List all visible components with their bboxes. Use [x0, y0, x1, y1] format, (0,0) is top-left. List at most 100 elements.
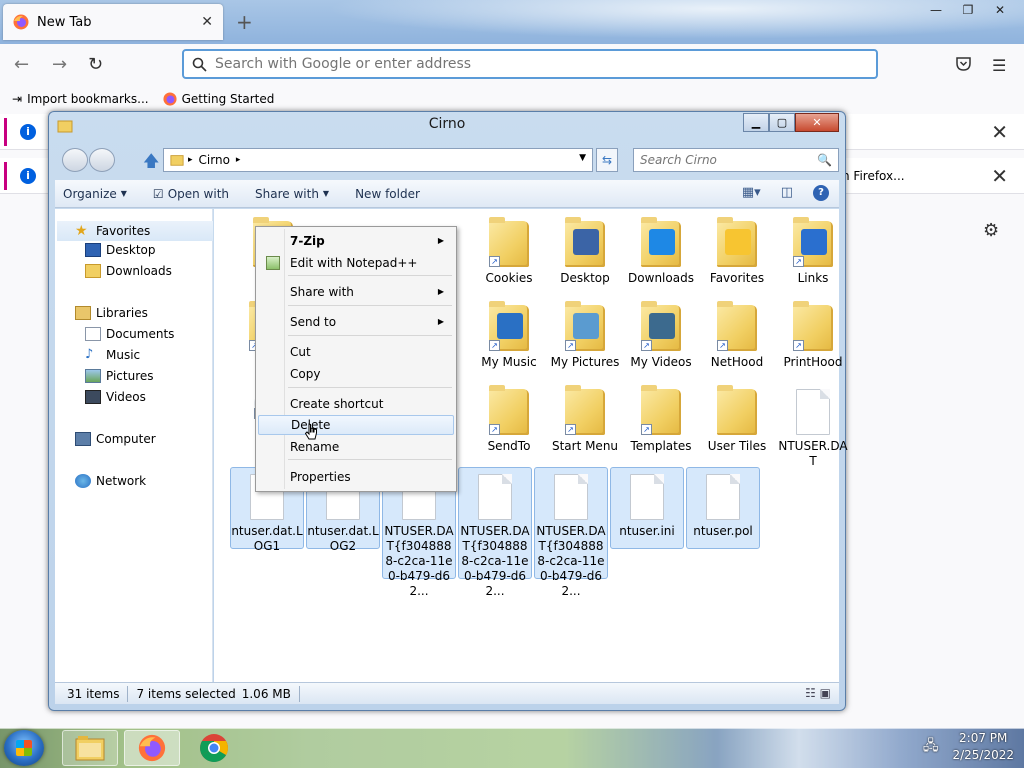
nav-libraries[interactable]: Libraries [75, 306, 148, 320]
gear-icon[interactable]: ⚙ [983, 220, 999, 241]
view-toggle-icons[interactable]: ☷ ▣ [805, 686, 831, 700]
nav-network[interactable]: Network [75, 474, 146, 488]
file-item[interactable]: User Tiles [700, 385, 774, 454]
nav-pictures[interactable]: Pictures [85, 369, 154, 383]
menu-item-label: Cut [290, 345, 311, 359]
file-item[interactable]: ↗ SendTo [472, 385, 546, 454]
context-menu-item-copy[interactable]: Copy [258, 364, 454, 384]
chevron-down-icon[interactable]: ▼ [579, 153, 586, 163]
notification-accent [4, 118, 7, 146]
file-item[interactable]: ↗ My Pictures [548, 301, 622, 370]
item-count: 31 items [67, 686, 120, 701]
address-row: 🡅 ▸ Cirno ▸ ▼ ⇆ 🔍 [59, 146, 839, 172]
menu-item-label: Edit with Notepad++ [290, 256, 418, 270]
file-item[interactable]: ↗ NetHood [700, 301, 774, 370]
context-menu-item-7-zip[interactable]: 7-Zip ▶ [258, 231, 454, 251]
documents-icon [85, 327, 101, 341]
start-button[interactable] [4, 730, 44, 766]
search-input[interactable] [634, 153, 818, 167]
explorer-search-box[interactable]: 🔍 [633, 148, 839, 172]
open-with-button[interactable]: ☑ Open with [153, 187, 229, 201]
file-item[interactable]: ↗ Start Menu [548, 385, 622, 454]
context-menu-item-edit-with-notepad-[interactable]: Edit with Notepad++ [258, 253, 454, 273]
new-tab-button[interactable]: + [236, 10, 253, 34]
context-menu-item-properties[interactable]: Properties [258, 467, 454, 487]
bookmark-getting-started[interactable]: Getting Started [163, 92, 274, 106]
context-menu-item-rename[interactable]: Rename [258, 437, 454, 457]
back-button[interactable] [62, 148, 88, 172]
nav-documents[interactable]: Documents [85, 327, 174, 341]
back-arrow-icon[interactable]: ← [14, 54, 29, 75]
file-item[interactable]: ↗ My Videos [624, 301, 698, 370]
import-icon: ⇥ [12, 92, 23, 106]
nav-downloads[interactable]: Downloads [85, 264, 172, 278]
file-item[interactable]: Favorites [700, 217, 774, 286]
close-button[interactable]: ✕ [795, 113, 839, 132]
file-item[interactable]: ntuser.ini [610, 467, 684, 549]
tab-close-icon[interactable]: ✕ [201, 14, 213, 30]
hamburger-menu-icon[interactable]: ☰ [992, 56, 1006, 75]
context-menu-item-cut[interactable]: Cut [258, 342, 454, 362]
file-item[interactable]: Downloads [624, 217, 698, 286]
file-item[interactable]: ↗ Cookies [472, 217, 546, 286]
notification-close-icon[interactable]: ✕ [991, 120, 1008, 144]
chevron-right-icon[interactable]: ▸ [236, 155, 241, 165]
taskbar-explorer[interactable] [62, 730, 118, 766]
network-tray-icon[interactable]: 🖧 [923, 735, 939, 759]
context-menu-item-share-with[interactable]: Share with ▶ [258, 282, 454, 302]
clock[interactable]: 2:07 PM 2/25/2022 [952, 730, 1014, 764]
nav-computer[interactable]: Computer [75, 432, 156, 446]
file-item[interactable]: NTUSER.DAT [776, 389, 850, 469]
maximize-button[interactable]: ▢ [769, 113, 795, 132]
divider [298, 685, 300, 702]
file-item[interactable]: Desktop [548, 217, 622, 286]
minimize-button[interactable]: — [920, 0, 952, 20]
search-icon[interactable]: 🔍 [817, 153, 832, 167]
context-menu-item-create-shortcut[interactable]: Create shortcut [258, 394, 454, 414]
file-item[interactable]: ↗ Links [776, 217, 850, 286]
context-menu-item-delete[interactable]: Delete [258, 415, 454, 435]
organize-button[interactable]: Organize ▼ [63, 187, 127, 201]
nav-videos[interactable]: Videos [85, 390, 146, 404]
refresh-icon[interactable]: ⇆ [596, 148, 618, 172]
help-icon[interactable]: ? [813, 185, 829, 201]
forward-button[interactable] [89, 148, 115, 172]
file-item[interactable]: ↗ PrintHood [776, 301, 850, 370]
address-bar[interactable] [182, 49, 878, 79]
share-with-button[interactable]: Share with ▼ [255, 187, 329, 201]
submenu-arrow-icon: ▶ [437, 236, 444, 245]
taskbar-firefox[interactable] [124, 730, 180, 766]
change-view-icon[interactable]: ▦▾ [742, 185, 761, 201]
breadcrumb[interactable]: Cirno [199, 153, 230, 167]
firefox-icon [163, 92, 177, 106]
tab-new-tab[interactable]: New Tab ✕ [3, 4, 223, 40]
nav-music[interactable]: ♪ Music [85, 348, 140, 363]
restore-button[interactable]: ❐ [952, 0, 984, 20]
file-item[interactable]: NTUSER.DAT{f3048888-c2ca-11e0-b479-d62..… [458, 467, 532, 598]
nav-label: Computer [96, 432, 156, 446]
reload-icon[interactable]: ↻ [88, 54, 103, 75]
close-button[interactable]: ✕ [984, 0, 1016, 20]
chevron-down-icon: ▼ [322, 189, 330, 198]
command-label: Open with [167, 186, 230, 201]
nav-favorites[interactable]: ★ Favorites [57, 221, 213, 241]
taskbar-chrome[interactable] [186, 730, 242, 766]
file-item[interactable]: ↗ Templates [624, 385, 698, 454]
notification-close-icon[interactable]: ✕ [991, 164, 1008, 188]
file-item[interactable]: ↗ My Music [472, 301, 546, 370]
context-menu-item-send-to[interactable]: Send to ▶ [258, 312, 454, 332]
preview-pane-icon[interactable]: ◫ [781, 185, 793, 201]
file-label: ntuser.dat.LOG2 [307, 524, 379, 553]
minimize-button[interactable]: ▁ [743, 113, 769, 132]
new-folder-button[interactable]: New folder [355, 187, 420, 201]
bookmark-import[interactable]: ⇥ Import bookmarks... [12, 92, 149, 106]
pocket-icon[interactable] [956, 56, 971, 75]
nav-desktop[interactable]: Desktop [85, 243, 156, 257]
explorer-address-bar[interactable]: ▸ Cirno ▸ ▼ [163, 148, 593, 172]
notification-text: h Firefox... [842, 169, 905, 183]
forward-arrow-icon[interactable]: → [52, 54, 67, 75]
file-item[interactable]: NTUSER.DAT{f3048888-c2ca-11e0-b479-d62..… [534, 467, 608, 598]
up-arrow-icon[interactable]: 🡅 [143, 150, 159, 177]
file-item[interactable]: ntuser.pol [686, 467, 760, 549]
address-input[interactable] [215, 56, 876, 72]
